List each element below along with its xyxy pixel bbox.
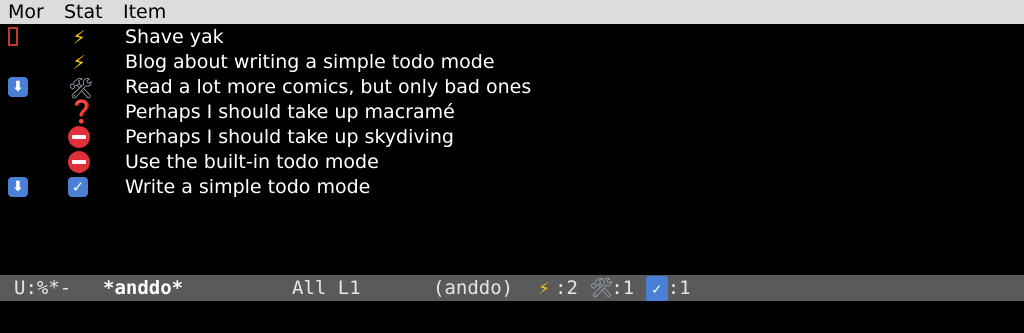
point-cursor: [8, 27, 18, 46]
status-counts: ⚡:2 🛠:1 ✓:1: [533, 275, 691, 302]
todo-item-text: Perhaps I should take up macramé: [125, 101, 455, 123]
todo-row[interactable]: ❓ Perhaps I should take up macramé: [0, 100, 1024, 125]
column-header-item[interactable]: Item: [123, 0, 166, 24]
buffer-position: All L1: [292, 277, 361, 299]
tools-icon: 🛠: [68, 76, 94, 100]
todo-row[interactable]: ⚡ Blog about writing a simple todo mode: [0, 50, 1024, 75]
todo-item-text: Perhaps I should take up skydiving: [125, 126, 454, 148]
check-box-icon: ✓: [645, 276, 668, 302]
todo-row[interactable]: Perhaps I should take up skydiving: [0, 125, 1024, 150]
down-arrow-icon: ⬇: [8, 77, 28, 97]
check-box-icon: ✓: [68, 177, 88, 197]
check-count: :1: [667, 277, 691, 299]
todo-item-text: Shave yak: [125, 26, 224, 48]
todo-row[interactable]: ⬇ ✓ Write a simple todo mode: [0, 175, 1024, 200]
lightning-icon: ⚡: [72, 27, 86, 49]
tools-count: :1: [611, 277, 635, 299]
echo-area[interactable]: [0, 301, 1024, 333]
todo-row[interactable]: ⬇ 🛠 Read a lot more comics, but only bad…: [0, 75, 1024, 100]
question-mark-icon: ❓: [68, 100, 96, 125]
todo-row[interactable]: Use the built-in todo mode: [0, 150, 1024, 175]
todo-item-text: Use the built-in todo mode: [125, 151, 379, 173]
todo-item-text: Write a simple todo mode: [125, 176, 371, 198]
todo-item-text: Blog about writing a simple todo mode: [125, 51, 495, 73]
buffer-status: U:%*-: [14, 277, 72, 299]
no-entry-icon: [68, 126, 90, 148]
lightning-count: :2: [555, 277, 578, 299]
mode-line[interactable]: U:%*- *anddo* All L1 (anddo) ⚡:2 🛠:1 ✓:1: [0, 275, 1024, 302]
column-header-stat[interactable]: Stat: [64, 0, 103, 24]
todo-item-text: Read a lot more comics, but only bad one…: [125, 76, 532, 98]
column-header-mor[interactable]: Mor: [8, 0, 44, 24]
no-entry-icon: [68, 151, 90, 173]
todo-list-buffer[interactable]: ⚡ Shave yak ⚡ Blog about writing a simpl…: [0, 24, 1024, 275]
todo-row[interactable]: ⚡ Shave yak: [0, 25, 1024, 50]
buffer-name[interactable]: *anddo*: [103, 275, 183, 301]
down-arrow-icon: ⬇: [8, 177, 28, 197]
lightning-icon: ⚡: [72, 52, 86, 74]
lightning-icon: ⚡: [538, 277, 550, 299]
column-header-line: Mor Stat Item: [0, 0, 1024, 24]
major-mode-name[interactable]: (anddo): [433, 275, 513, 301]
tools-icon: 🛠: [589, 277, 614, 299]
